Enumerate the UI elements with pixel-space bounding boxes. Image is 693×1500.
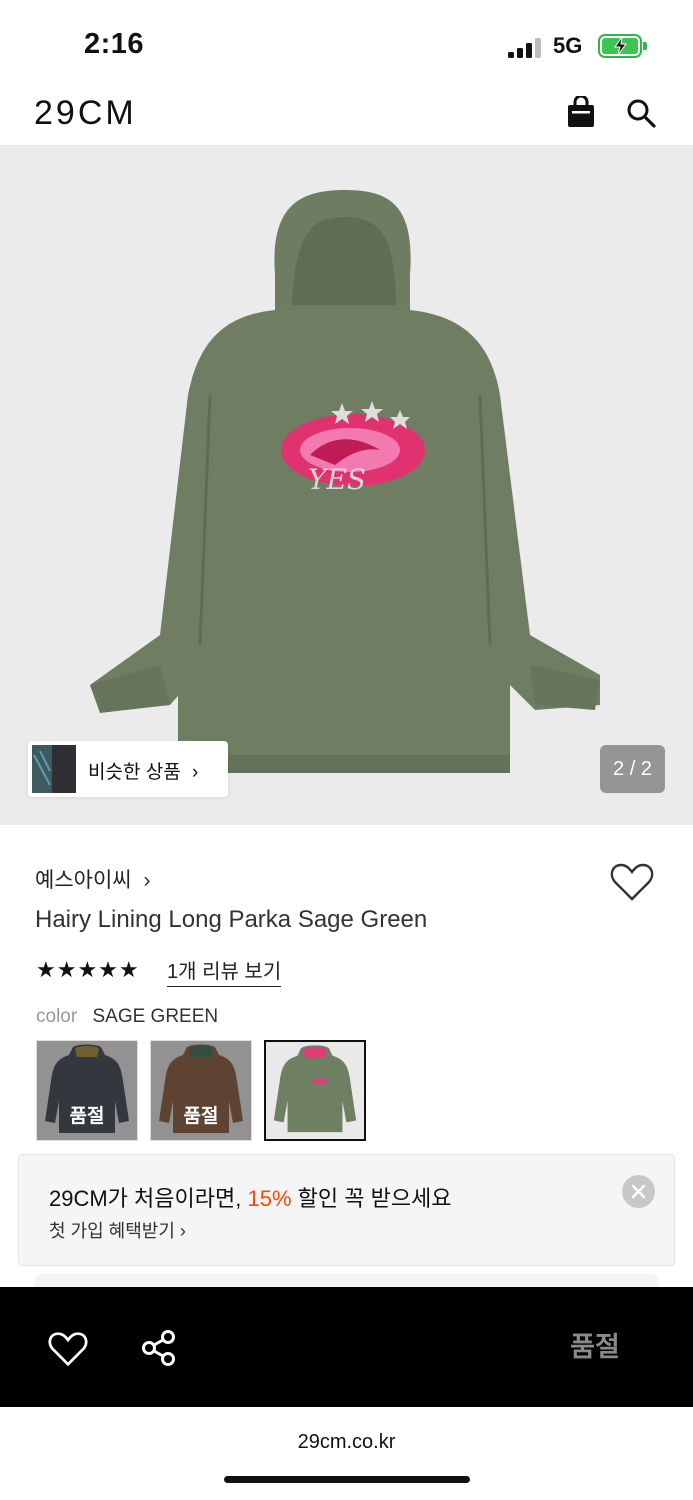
sold-out-label: 품절 (183, 1106, 219, 1127)
browser-footer: 29cm.co.kr (0, 1407, 693, 1500)
bottom-action-bar: 품절 (0, 1287, 693, 1407)
product-gallery[interactable]: YES 비슷한 상품 › 2 / 2 (0, 145, 693, 825)
sold-out-button[interactable]: 품절 (520, 1317, 670, 1377)
app-header: 29CM (0, 90, 693, 145)
promo-headline: 29CM가 처음이라면, 15% 할인 꼭 받으세요 (49, 1186, 452, 1211)
promo-signup-link[interactable]: 첫 가입 혜택받기 › (49, 1217, 186, 1243)
similar-thumbnail (32, 745, 76, 793)
swatch-navy[interactable]: 품절 (36, 1040, 138, 1141)
heart-icon[interactable] (48, 1331, 88, 1372)
search-icon[interactable] (626, 98, 656, 133)
status-bar: 2:16 5G (0, 0, 693, 90)
status-time: 2:16 (84, 28, 145, 60)
similar-products-label: 비슷한 상품 › (88, 762, 199, 783)
rating-stars: ★★★★★ (36, 957, 140, 982)
svg-text:YES: YES (308, 463, 366, 496)
sold-out-label: 품절 (69, 1106, 105, 1127)
wishlist-heart-icon[interactable] (610, 862, 654, 907)
share-icon[interactable] (140, 1329, 178, 1372)
similar-products-button[interactable]: 비슷한 상품 › (28, 741, 228, 797)
swatch-sage-green[interactable] (264, 1040, 366, 1141)
product-image: YES (90, 190, 600, 773)
home-indicator[interactable] (224, 1476, 470, 1483)
battery-icon (598, 34, 647, 58)
image-counter: 2 / 2 (600, 745, 665, 793)
url-bar[interactable]: 29cm.co.kr (0, 1431, 693, 1454)
signal-icon (508, 38, 542, 58)
close-icon[interactable] (622, 1175, 655, 1208)
color-option-label: color SAGE GREEN (36, 1006, 219, 1027)
brand-link[interactable]: 예스아이씨 › (35, 864, 150, 894)
logo[interactable]: 29CM (34, 94, 137, 133)
product-title: Hairy Lining Long Parka Sage Green (35, 906, 428, 933)
signup-promo-banner[interactable]: 29CM가 처음이라면, 15% 할인 꼭 받으세요 첫 가입 혜택받기 › (18, 1154, 675, 1266)
review-link[interactable]: 1개 리뷰 보기 (167, 955, 282, 987)
swatch-brown[interactable]: 품절 (150, 1040, 252, 1141)
network-label: 5G (553, 33, 583, 58)
bag-icon[interactable] (567, 94, 595, 133)
